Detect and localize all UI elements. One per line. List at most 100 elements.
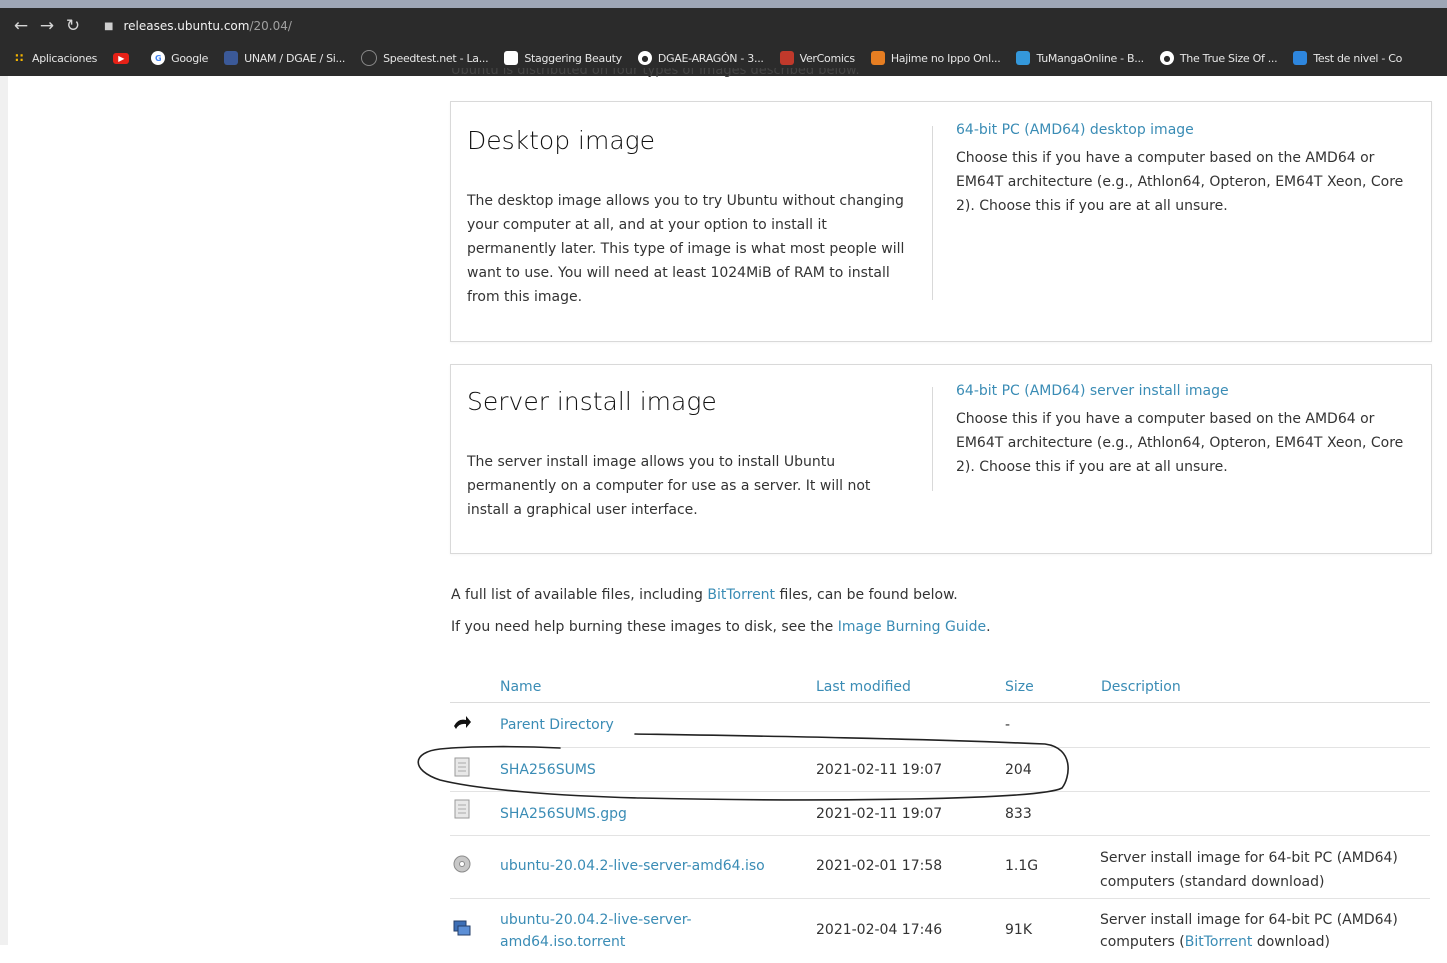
torrent-name-line-2: amd64.iso.torrent [500,934,626,950]
intro-text-cutoff: Ubuntu is distributed on four types of i… [451,68,860,78]
server-image-note: Choose this if you have a computer based… [956,411,1404,475]
lock-icon: ■ [104,20,114,32]
last-modified-cell: 2021-02-04 17:46 [816,922,943,938]
bookmark-item[interactable]: Test de nivel - Co [1293,51,1402,65]
bookmark-item[interactable]: Speedtest.net - La... [361,50,489,66]
test-icon [1293,51,1308,65]
size-cell: 204 [1005,762,1032,778]
page-icon [504,51,519,65]
image-burning-guide-link[interactable]: Image Burning Guide [838,619,986,635]
column-header-last-modified[interactable]: Last modified [816,679,911,695]
bookmark-item[interactable]: G Google [151,51,208,65]
server-image-description: The server install image allows you to i… [467,454,871,518]
description-line-2: computers ( [1100,934,1185,950]
globe-icon: ● [1159,51,1174,65]
url-host: releases.ubuntu.com [123,19,250,33]
bookmark-item[interactable]: TuMangaOnline - B... [1016,51,1144,65]
bookmark-label: Speedtest.net - La... [383,51,489,65]
card-divider [932,126,933,300]
bookmark-label: DGAE-ARAGÓN - 3... [657,51,764,65]
bittorrent-link[interactable]: BitTorrent [707,587,775,603]
unam-icon [224,51,239,65]
server-torrent-link-wrap: ubuntu-20.04.2-live-server-amd64.iso.tor… [500,909,692,953]
server-image-card: Server install image The server install … [450,364,1432,554]
youtube-icon: ▶ [113,52,130,64]
vercomics-icon [779,51,794,65]
files-info-text-end: files, can be found below. [775,587,958,603]
browser-chrome: ← → ↻ ■ releases.ubuntu.com/20.04/ ∷ Apli… [0,0,1447,76]
back-arrow-icon [454,716,471,729]
bookmark-item[interactable]: Hajime no Ippo Onl... [870,51,1001,65]
description-cell: Server install image for 64-bit PC (AMD6… [1100,909,1398,953]
tmo-icon [1016,51,1031,65]
sha256sums-gpg-link[interactable]: SHA256SUMS.gpg [500,806,627,822]
description-line-1: Server install image for 64-bit PC (AMD6… [1100,912,1398,928]
parent-directory-link[interactable]: Parent Directory [500,717,614,733]
bookmark-label: Staggering Beauty [524,51,622,65]
bookmark-label: Aplicaciones [32,51,98,65]
bookmark-label: Google [171,51,209,65]
ao-icon [870,51,885,65]
column-header-size[interactable]: Size [1005,679,1034,695]
size-cell: 91K [1005,922,1032,938]
bookmark-label: UNAM / DGAE / Si... [244,51,346,65]
desktop-image-note: Choose this if you have a computer based… [956,150,1404,214]
torrent-name-line-1: ubuntu-20.04.2-live-server- [500,912,692,928]
bookmark-item[interactable]: ∷ Aplicaciones [12,51,97,65]
table-row-server-iso: ubuntu-20.04.2-live-server-amd64.iso 202… [450,836,1430,899]
description-line-2-end: download) [1252,934,1330,950]
server-iso-link[interactable]: ubuntu-20.04.2-live-server-amd64.iso [500,858,765,874]
server-torrent-link[interactable]: ubuntu-20.04.2-live-server-amd64.iso.tor… [500,912,692,950]
bookmark-label: VerComics [799,51,856,65]
description-cell: Server install image for 64-bit PC (AMD6… [1100,846,1398,894]
table-header: Name Last modified Size Description [450,660,1430,703]
burning-info-line: If you need help burning these images to… [451,619,991,635]
last-modified-cell: 2021-02-11 19:07 [816,806,943,822]
speedtest-icon [361,50,378,66]
window-top-edge [0,0,1447,8]
apps-grid-icon: ∷ [14,51,24,65]
table-row-sha256sums: SHA256SUMS 2021-02-11 19:07 204 [450,748,1430,792]
table-row-parent-directory: Parent Directory - [450,703,1430,748]
torrent-file-icon [453,920,471,936]
table-row-sha256sums-gpg: SHA256SUMS.gpg 2021-02-11 19:07 833 [450,792,1430,836]
navigation-bar: ← → ↻ ■ releases.ubuntu.com/20.04/ [0,8,1447,44]
bookmark-item[interactable]: ● DGAE-ARAGÓN - 3... [637,51,764,65]
column-header-name[interactable]: Name [500,679,541,695]
bookmark-label: Test de nivel - Co [1313,51,1403,65]
reload-icon[interactable]: ↻ [60,16,86,36]
server-image-link[interactable]: 64-bit PC (AMD64) server install image [956,383,1416,399]
bittorrent-download-link[interactable]: BitTorrent [1185,934,1253,950]
desktop-image-description: The desktop image allows you to try Ubun… [467,193,905,305]
burning-info-text-end: . [986,619,991,635]
desktop-image-link[interactable]: 64-bit PC (AMD64) desktop image [956,122,1416,138]
google-icon: G [151,51,166,65]
server-image-title: Server install image [467,387,717,416]
back-arrow-icon[interactable]: ← [8,16,34,36]
card-divider [932,387,933,491]
description-line-2: computers (standard download) [1100,874,1325,890]
desktop-image-card: Desktop image The desktop image allows y… [450,101,1432,342]
size-cell: 1.1G [1005,858,1039,874]
files-info-text: A full list of available files, includin… [451,587,708,603]
burning-info-text: If you need help burning these images to… [451,619,838,635]
text-file-icon [454,757,470,777]
bookmark-item[interactable]: UNAM / DGAE / Si... [224,51,345,65]
bookmark-item[interactable]: VerComics [779,51,856,65]
description-line-1: Server install image for 64-bit PC (AMD6… [1100,850,1398,866]
sha256sums-link[interactable]: SHA256SUMS [500,762,596,778]
disc-icon [453,855,471,873]
bookmark-item[interactable]: ▶ [113,52,135,64]
bookmark-label: The True Size Of ... [1179,51,1278,65]
column-header-description[interactable]: Description [1101,679,1181,695]
bookmark-item[interactable]: Staggering Beauty [504,51,622,65]
size-cell: 833 [1005,806,1032,822]
last-modified-cell: 2021-02-01 17:58 [816,858,943,874]
viewport-edge [0,76,8,945]
desktop-image-title: Desktop image [467,126,656,155]
forward-arrow-icon[interactable]: → [34,16,60,36]
table-row-server-torrent: ubuntu-20.04.2-live-server-amd64.iso.tor… [450,899,1430,963]
bookmark-item[interactable]: ● The True Size Of ... [1159,51,1278,65]
address-bar[interactable]: ■ releases.ubuntu.com/20.04/ [104,19,292,33]
globe-icon: ● [637,51,652,65]
